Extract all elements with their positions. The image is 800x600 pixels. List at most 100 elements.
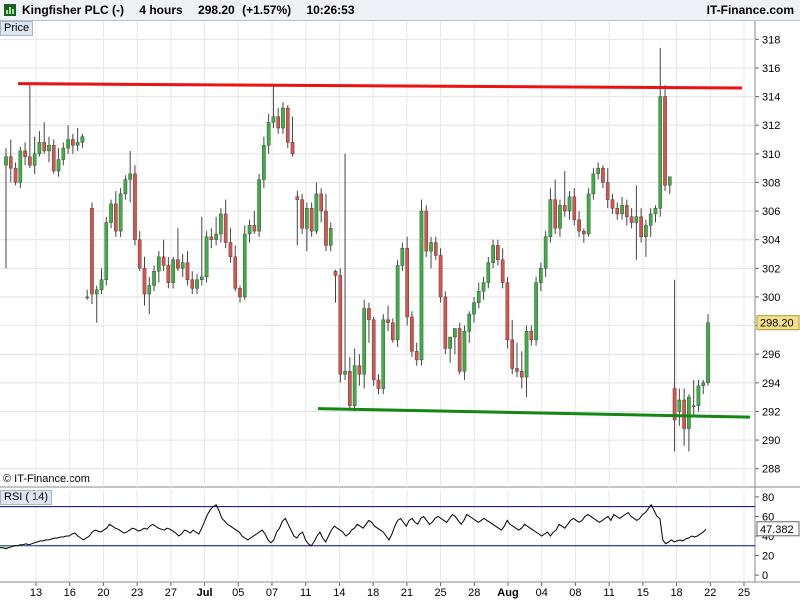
candle-body: [596, 167, 600, 175]
price-tick-label: 306: [762, 206, 780, 218]
time-tick-label: 23: [131, 587, 143, 599]
candle-body: [37, 142, 42, 155]
price-tick-label: 300: [762, 292, 780, 304]
candle-body: [118, 193, 123, 232]
candle-body: [252, 225, 257, 232]
candle-body: [290, 142, 295, 155]
time-tick-label: 14: [333, 587, 345, 599]
candle-body: [348, 371, 352, 406]
candle-body: [114, 203, 118, 232]
candle-body: [529, 331, 534, 341]
candle-body: [56, 159, 61, 172]
candle-body: [61, 147, 66, 160]
time-tick-label: Aug: [497, 587, 518, 599]
candle-body: [328, 228, 333, 246]
rsi-value-label: 47.382: [760, 524, 794, 536]
candle-body: [706, 322, 710, 384]
time-tick-label: 08: [569, 587, 581, 599]
candle-body: [147, 285, 152, 295]
rsi-line: [0, 503, 707, 550]
site-name[interactable]: IT-Finance.com: [707, 3, 794, 17]
candle-body: [367, 308, 371, 321]
candle-body: [687, 396, 691, 429]
candle-body: [448, 336, 452, 349]
candle-body: [152, 270, 156, 286]
candle-body: [262, 145, 266, 180]
candle-body: [548, 199, 553, 238]
rsi-tick-label: 40: [762, 531, 774, 543]
candle-body: [142, 268, 147, 295]
candle-body: [166, 265, 171, 283]
candle-body: [467, 313, 472, 332]
candle-body: [357, 365, 362, 375]
candle-body: [524, 331, 529, 378]
candle-body: [682, 399, 686, 429]
copyright-notice: © IT-Finance.com: [3, 473, 90, 485]
price-tick-label: 312: [762, 120, 780, 132]
candle-body: [223, 213, 228, 243]
candle-body: [405, 248, 409, 318]
candle-body: [625, 205, 629, 217]
rsi-tick-label: 20: [762, 551, 774, 563]
candle-body: [247, 225, 252, 235]
price-tick-label: 318: [762, 34, 780, 46]
candle-body: [104, 222, 109, 280]
candle-body: [4, 156, 8, 166]
candle-body: [476, 291, 481, 303]
time-tick-label: 25: [738, 587, 750, 599]
candle-body: [558, 205, 562, 229]
price-tick-label: 308: [762, 177, 780, 189]
time-tick-label: 21: [401, 587, 413, 599]
candle-body: [620, 205, 624, 215]
candle-body: [51, 145, 56, 172]
candle-body: [94, 289, 99, 295]
candle-body: [677, 399, 682, 412]
candle-body: [362, 308, 366, 375]
time-tick-label: 13: [30, 587, 42, 599]
rsi-tick-label: 0: [762, 570, 768, 582]
candle-body: [18, 150, 23, 183]
time-tick-label: 18: [367, 587, 379, 599]
candle-body: [190, 279, 195, 289]
last-price: 298.20: [198, 3, 235, 17]
chart-canvas[interactable]: 318 316 314 312 310 308 306 304 302 300 298 296 294 2…: [0, 0, 800, 600]
candle-body: [199, 276, 204, 280]
candle-body: [180, 262, 185, 269]
rsi-tick-label: 60: [762, 511, 774, 523]
price-tick-label: 310: [762, 149, 780, 161]
candle-body: [195, 279, 199, 289]
candle-body: [80, 136, 85, 143]
candle-body: [47, 145, 51, 152]
candle-body: [161, 256, 166, 266]
price-tick-label: 316: [762, 63, 780, 75]
candle-body: [333, 270, 338, 276]
candle-body: [601, 167, 605, 183]
candle-body: [257, 179, 261, 232]
time-tick-label: 22: [704, 587, 716, 599]
candle-body: [457, 328, 462, 372]
support-trendline: [317, 407, 751, 419]
time-tick-label: 11: [300, 587, 311, 599]
app-logo-icon: [4, 4, 16, 16]
time-tick-label: 15: [637, 587, 649, 599]
candle-body: [491, 245, 495, 263]
candle-body: [42, 142, 47, 152]
candle-body: [319, 193, 323, 212]
candle-body: [90, 207, 94, 295]
candle-body: [634, 216, 639, 223]
candle-body: [539, 268, 543, 283]
last-price-marker: [756, 315, 800, 331]
candle-body: [32, 153, 37, 166]
candle-body: [639, 216, 643, 238]
candle-body: [71, 139, 75, 146]
candle-body: [109, 203, 113, 223]
candle-body: [238, 288, 242, 298]
candle-body: [438, 255, 443, 298]
candle-body: [672, 388, 677, 421]
candle-body: [219, 213, 223, 235]
candle-body: [410, 316, 414, 352]
candle-body: [371, 319, 376, 381]
candle-body: [653, 207, 658, 215]
candle-body: [228, 242, 233, 258]
candle-body: [500, 259, 505, 283]
